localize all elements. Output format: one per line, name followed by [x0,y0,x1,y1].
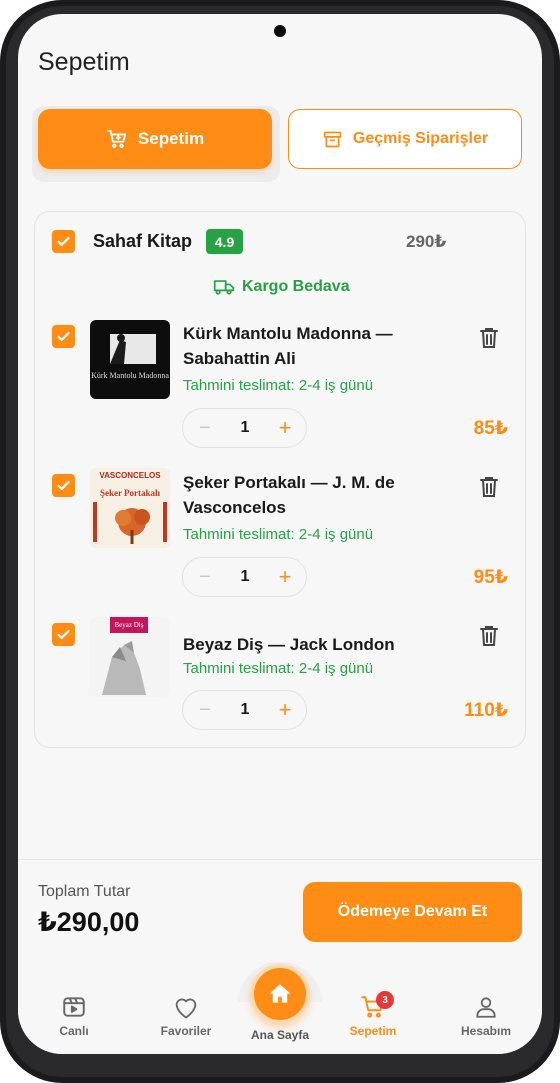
nav-label: Canlı [59,1024,89,1038]
quantity-stepper: − 1 + [182,690,307,730]
user-icon [476,997,496,1018]
cart-icon [106,129,127,149]
cover-title-text: Şeker Portakalı [100,488,161,498]
cart-count-badge: 3 [376,991,394,1009]
item-price: 110₺ [464,700,508,721]
seller-name[interactable]: Sahaf Kitap [93,231,192,252]
increment-button[interactable]: + [275,699,295,721]
seller-rating-badge: 4.9 [206,229,243,254]
check-icon [57,629,70,640]
front-camera [274,25,286,37]
checkout-button[interactable]: Ödemeye Devam Et [303,882,522,942]
home-button[interactable] [250,964,310,1024]
free-shipping-label: Kargo Bedava [213,278,350,296]
tab-past-orders-label: Geçmiş Siparişler [352,130,489,147]
increment-button[interactable]: + [275,566,295,588]
item-delivery-estimate: Tahmini teslimat: 2-4 iş günü [183,526,374,543]
item-title[interactable]: Şeker Portakalı — J. M. de Vasconcelos [183,470,473,520]
video-icon [63,997,85,1017]
item-delivery-estimate: Tahmini teslimat: 2-4 iş günü [183,377,374,394]
item-checkbox[interactable] [52,325,75,348]
quantity-stepper: − 1 + [182,557,307,597]
trash-icon[interactable] [480,327,498,349]
page-title: Sepetim [38,48,130,76]
tab-cart-label: Sepetim [137,129,205,148]
app-screen: Sepetim Sepetim Geçmiş Siparişler Sahaf … [18,14,542,1054]
decrement-button[interactable]: − [195,417,215,439]
decrement-button[interactable]: − [195,699,215,721]
item-delivery-estimate: Tahmini teslimat: 2-4 iş günü [183,660,374,677]
book-cover-art: VASCONCELOS Şeker Portakalı [90,468,170,548]
nav-label: Sepetim [349,1024,397,1038]
quantity-value: 1 [240,701,250,718]
tab-cart[interactable]: Sepetim [38,109,272,169]
item-checkbox[interactable] [52,474,75,497]
cover-title-text: Kürk Mantolu Madonna [91,371,169,380]
trash-icon[interactable] [480,476,498,498]
total-value: ₺290,00 [38,907,140,937]
check-icon [57,331,70,342]
cover-author-text: VASCONCELOS [99,471,161,480]
nav-item-favorites[interactable]: Favoriler [138,994,234,1038]
archive-icon [323,131,342,147]
nav-item-cart[interactable]: Sepetim [325,994,421,1038]
nav-label-home[interactable]: Ana Sayfa [240,1028,320,1042]
truck-icon [213,280,235,295]
heart-icon [175,998,197,1019]
nav-label: Favoriler [160,1024,212,1038]
quantity-value: 1 [240,568,250,585]
home-icon [269,984,291,1003]
item-price: 85₺ [473,418,508,439]
book-cover-image[interactable]: Kürk Mantolu Madonna [90,320,170,399]
item-price: 95₺ [473,567,508,588]
cover-title-text: Beyaz Diş [115,621,144,629]
book-cover-image[interactable]: VASCONCELOS Şeker Portakalı [90,468,170,548]
nav-label: Hesabım [460,1024,512,1038]
quantity-stepper: − 1 + [182,408,307,448]
increment-button[interactable]: + [275,417,295,439]
nav-item-live[interactable]: Canlı [26,994,122,1038]
item-title[interactable]: Beyaz Diş — Jack London [183,632,473,657]
item-title[interactable]: Kürk Mantolu Madonna — Sabahattin Ali [183,321,473,371]
summary-divider [18,859,542,860]
shipping-text: Kargo Bedava [242,278,350,295]
tab-past-orders[interactable]: Geçmiş Siparişler [288,109,522,169]
trash-icon[interactable] [480,625,498,647]
check-icon [57,480,70,491]
item-checkbox[interactable] [52,623,75,646]
quantity-value: 1 [240,419,250,436]
check-icon [57,236,70,247]
book-cover-art: Kürk Mantolu Madonna [90,320,170,399]
decrement-button[interactable]: − [195,566,215,588]
nav-item-account[interactable]: Hesabım [438,994,534,1038]
seller-total: 290₺ [406,232,447,251]
book-cover-art: Beyaz Diş [90,617,170,697]
seller-checkbox[interactable] [52,230,75,253]
book-cover-image[interactable]: Beyaz Diş [90,617,170,697]
total-label: Toplam Tutar [38,883,131,900]
